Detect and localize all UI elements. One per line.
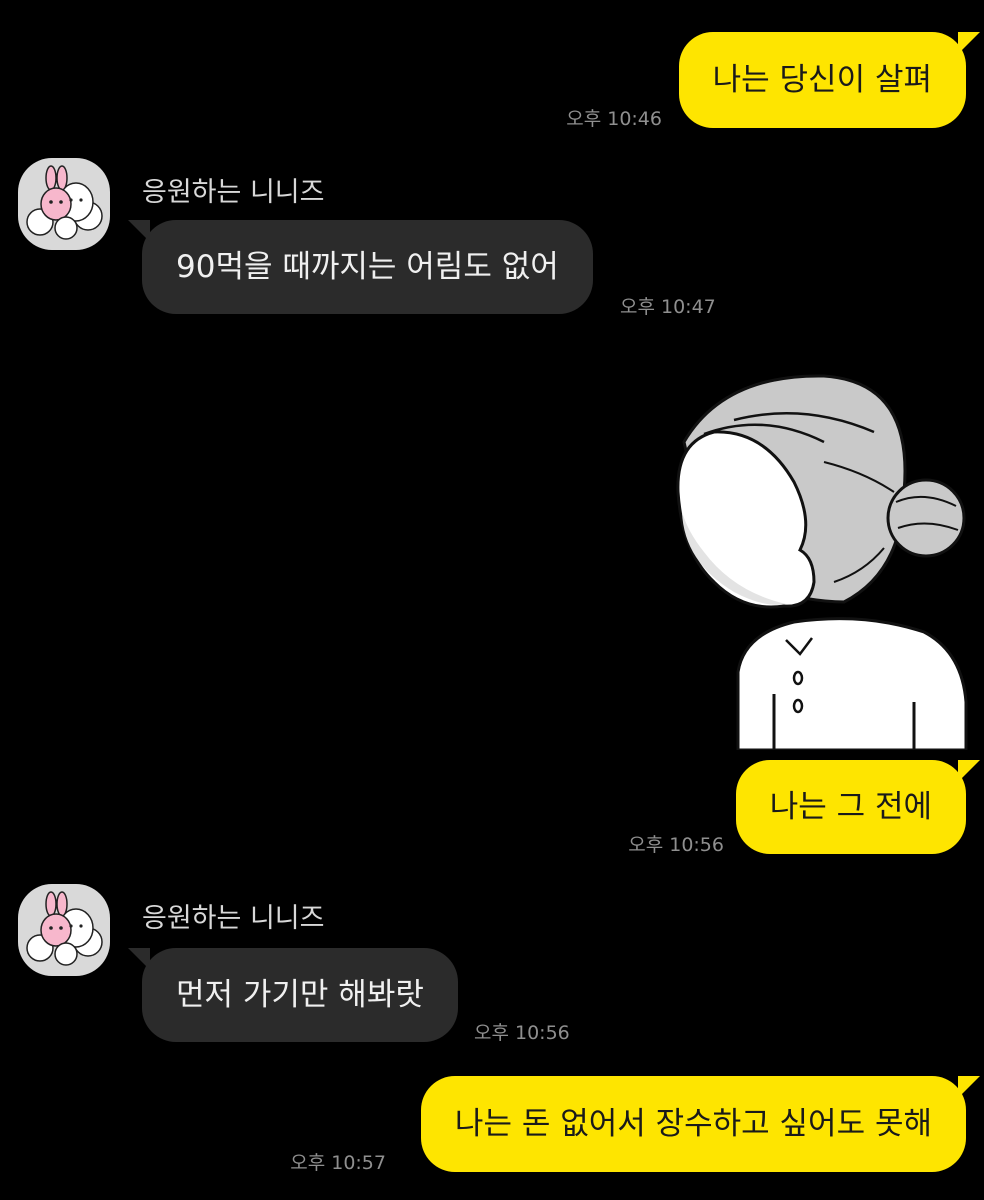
bubble-tail	[958, 760, 980, 782]
sender-name: 응원하는 니니즈	[142, 177, 325, 208]
bunny-character-icon	[26, 165, 103, 240]
sticker-message[interactable]	[674, 372, 970, 752]
gray-haired-character-sticker-icon	[676, 374, 968, 752]
message-text: 나는 당신이 살펴	[712, 62, 932, 98]
outgoing-message-bubble[interactable]: 나는 당신이 살펴	[678, 32, 980, 128]
message-timestamp: 오후 10:46	[566, 108, 662, 130]
message-timestamp: 오후 10:56	[628, 834, 724, 856]
message-timestamp: 오후 10:57	[290, 1152, 386, 1174]
chat-screen: { "chat": { "messages": [ {"sender": "me…	[0, 0, 984, 1200]
outgoing-message-bubble[interactable]: 나는 그 전에	[735, 760, 980, 854]
sender-name: 응원하는 니니즈	[142, 903, 325, 934]
outgoing-message-bubble[interactable]: 나는 돈 없어서 장수하고 싶어도 못해	[420, 1076, 980, 1172]
message-text: 90먹을 때까지는 어림도 없어	[176, 249, 559, 285]
bubble-tail	[128, 220, 150, 242]
message-text: 먼저 가기만 해봐랏	[176, 977, 424, 1013]
avatar[interactable]	[18, 884, 110, 976]
message-text: 나는 돈 없어서 장수하고 싶어도 못해	[454, 1106, 932, 1142]
incoming-message-bubble[interactable]: 90먹을 때까지는 어림도 없어	[128, 220, 593, 314]
message-text: 나는 그 전에	[769, 789, 932, 825]
avatar[interactable]	[18, 158, 110, 250]
bubble-tail	[958, 1076, 980, 1098]
message-timestamp: 오후 10:47	[620, 296, 716, 318]
bubble-tail	[128, 948, 150, 970]
bubble-tail	[958, 32, 980, 54]
message-timestamp: 오후 10:56	[474, 1022, 570, 1044]
incoming-message-bubble[interactable]: 먼저 가기만 해봐랏	[128, 948, 458, 1042]
bunny-character-icon	[26, 891, 103, 966]
